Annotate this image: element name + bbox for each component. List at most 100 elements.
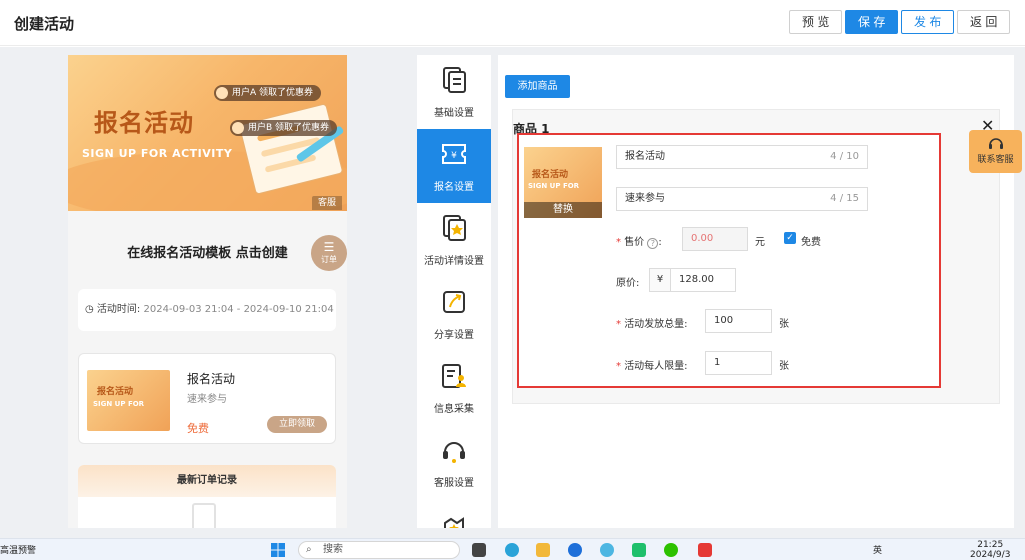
tab-more[interactable] [417,499,491,528]
help-icon[interactable]: ? [647,238,659,249]
total-quantity-label: * 活动发放总量: [616,315,688,330]
search-icon: ⌕ [306,544,312,555]
goods-panel: 商品 1 ✕ 报名活动 SIGN UP FOR 替换 报名活动 4 / 10 速… [512,109,1000,404]
tab-label: 报名设置 [434,182,474,193]
user-avatar-icon [216,87,228,99]
browser-icon[interactable] [600,543,614,557]
weather-widget[interactable]: 高温预警 [0,543,36,556]
save-button[interactable]: 保 存 [845,10,899,34]
windows-start-icon[interactable] [270,543,286,557]
add-goods-button[interactable]: 添加商品 [505,75,570,98]
activity-time-box: ◷ 活动时间: 2024-09-03 21:04 - 2024-09-10 21… [78,289,336,331]
price-label-colon: : [658,237,662,248]
clock-time: 21:25 [977,540,1004,550]
recent-orders-card: 最新订单记录 [78,465,336,528]
thumb-title: 报名活动 [97,387,134,397]
product-thumbnail: 报名活动 SIGN UP FOR [87,370,170,431]
search-placeholder: 搜索 [323,544,343,555]
os-taskbar: 高温预警 ⌕ 搜索 英 21:25 2024/9/3 [0,538,1025,560]
product-desc: 速来参与 [187,394,227,405]
user-avatar-icon [232,122,244,134]
tab-label: 分享设置 [434,330,474,341]
list-icon: ☰ [323,240,335,254]
clock[interactable]: 21:25 2024/9/3 [970,540,1010,560]
contact-support-button[interactable]: 联系客服 [969,130,1022,173]
wps-icon[interactable] [698,543,712,557]
product-name: 报名活动 [187,372,236,386]
edge-icon[interactable] [505,543,519,557]
editor-panel: 添加商品 商品 1 ✕ 报名活动 SIGN UP FOR 替换 报名活动 4 /… [498,55,1014,528]
preview-button[interactable]: 预 览 [789,10,843,34]
flag-icon [440,509,468,528]
mobile-preview: 报名活动 SIGN UP FOR ACTIVITY 用户A 领取了优惠券 用户B… [68,55,347,528]
wechat-icon[interactable] [664,543,678,557]
publish-button[interactable]: 发 布 [901,10,955,34]
per-user-limit-label-text: 活动每人限量: [624,361,688,372]
ime-indicator[interactable]: 英 [873,543,882,556]
activity-banner: 报名活动 SIGN UP FOR ACTIVITY 用户A 领取了优惠券 用户B… [68,55,347,211]
headset-icon [988,136,1004,150]
order-fab-button[interactable]: ☰ 订单 [311,235,347,271]
char-counter: 4 / 15 [830,193,859,204]
headset-icon [440,435,468,465]
folder-icon[interactable] [536,543,550,557]
taskbar-search[interactable]: ⌕ 搜索 [298,541,460,559]
contact-support-label: 联系客服 [977,155,1014,165]
claim-button[interactable]: 立即领取 [267,416,327,433]
goods-name-input[interactable]: 报名活动 4 / 10 [616,145,868,169]
task-view-icon[interactable] [472,543,486,557]
thumb-subtitle: SIGN UP FOR [93,400,145,408]
free-label[interactable]: 免费 [801,233,821,248]
recent-orders-title: 最新订单记录 [78,465,336,497]
top-bar: 创建活动 预 览 保 存 发 布 返 回 [0,0,1025,46]
per-user-limit-input[interactable]: 1 [705,351,772,375]
thumb-title: 报名活动 [532,170,569,180]
per-user-limit-label: * 活动每人限量: [616,357,688,372]
tab-service-settings[interactable]: 客服设置 [417,425,491,499]
document-icon [440,65,468,95]
price-input[interactable]: 0.00 [682,227,748,251]
required-mark: * [616,361,625,372]
original-price-input[interactable]: 128.00 [670,268,736,292]
original-price-label: 原价: [616,278,640,289]
service-tag[interactable]: 客服 [312,196,343,210]
tab-label: 基础设置 [434,108,474,119]
char-counter: 4 / 10 [830,151,859,162]
goods-form: 报名活动 SIGN UP FOR 替换 报名活动 4 / 10 速来参与 4 /… [517,133,941,388]
detail-doc-icon [440,213,468,243]
price-label: * 售价 ?: [616,233,662,249]
page-title: 创建活动 [14,15,75,33]
tab-label: 活动详情设置 [424,256,484,267]
tab-info-collection[interactable]: 信息采集 [417,351,491,425]
product-card[interactable]: 报名活动 SIGN UP FOR 报名活动 速来参与 免费 立即领取 [78,353,336,444]
tab-label: 信息采集 [434,404,474,415]
tab-label: 客服设置 [434,478,474,489]
clock-date: 2024/9/3 [970,550,1011,560]
tab-basic-settings[interactable]: 基础设置 [417,55,491,129]
activity-time-label: 活动时间: [96,304,141,315]
tab-share-settings[interactable]: 分享设置 [417,277,491,351]
replace-image-button[interactable]: 替换 [524,202,602,218]
notice-text: 用户B 领取了优惠券 [248,123,330,133]
notice-bubble: 用户B 领取了优惠券 [230,120,338,136]
order-fab-label: 订单 [321,255,337,264]
goods-desc-input[interactable]: 速来参与 4 / 15 [616,187,868,211]
back-button[interactable]: 返 回 [957,10,1011,34]
tab-signup-settings[interactable]: ¥ 报名设置 [417,129,491,203]
tab-detail-settings[interactable]: 活动详情设置 [417,203,491,277]
total-quantity-input[interactable]: 100 [705,309,772,333]
app-icon[interactable] [568,543,582,557]
form-user-icon [440,361,468,391]
notice-bubble: 用户A 领取了优惠券 [214,85,322,101]
currency-prefix: ¥ [649,268,671,292]
notice-text: 用户A 领取了优惠券 [232,88,314,98]
goods-image[interactable]: 报名活动 SIGN UP FOR 替换 [524,147,602,218]
store-icon[interactable] [632,543,646,557]
free-checkbox[interactable]: ✓ [784,232,796,244]
product-price: 免费 [187,422,209,435]
required-mark: * [616,237,625,248]
price-unit: 元 [755,237,765,248]
total-quantity-label-text: 活动发放总量: [624,319,688,330]
settings-tabs: 基础设置 ¥ 报名设置 活动详情设置 分享设置 信息采集 客服设置 [417,55,491,528]
banner-subtitle: SIGN UP FOR ACTIVITY [82,147,233,160]
